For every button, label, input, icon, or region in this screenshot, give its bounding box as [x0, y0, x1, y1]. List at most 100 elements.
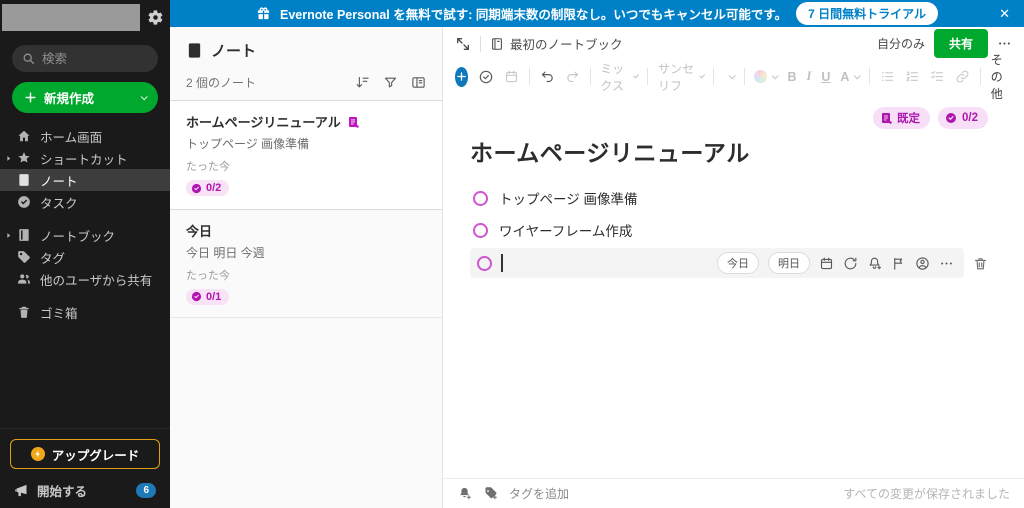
bullet-list-icon[interactable]	[880, 69, 895, 84]
text-color-picker[interactable]	[754, 70, 780, 83]
tag-add-icon[interactable]	[483, 486, 498, 501]
style-dropdown[interactable]: ミックス	[600, 60, 640, 94]
due-today-button[interactable]: 今日	[717, 252, 759, 274]
underline-button[interactable]: U	[821, 70, 830, 84]
task-item-active[interactable]: 今日 明日	[470, 248, 964, 278]
get-started-label: 開始する	[37, 485, 88, 499]
sidebar-item-trash[interactable]: ゴミ箱	[0, 301, 170, 323]
due-date-calendar-icon[interactable]	[819, 256, 834, 271]
note-card-time: たった今	[186, 161, 230, 173]
sidebar-item-notes[interactable]: ノート	[0, 169, 170, 191]
template-note-icon	[882, 113, 892, 124]
note-title[interactable]: ホームページリニューアル	[470, 134, 988, 168]
sidebar-item-shared[interactable]: 他のユーザから共有	[0, 268, 170, 290]
account-name-placeholder[interactable]	[2, 4, 140, 31]
redo-icon[interactable]	[565, 69, 580, 84]
search-input[interactable]	[42, 51, 148, 66]
assignee-icon[interactable]	[915, 256, 930, 271]
task-text[interactable]: トップページ 画像準備	[499, 188, 637, 208]
sidebar-item-shortcuts[interactable]: ショートカット	[0, 147, 170, 169]
settings-gear-icon[interactable]	[147, 9, 164, 26]
task-item[interactable]: ワイヤーフレーム作成	[470, 214, 988, 246]
sidebar-item-notebooks[interactable]: ノートブック	[0, 224, 170, 246]
editor-header: 最初のノートブック 自分のみ 共有	[443, 27, 1024, 60]
reminder-bell-icon[interactable]	[867, 256, 882, 271]
template-note-icon	[348, 116, 359, 128]
due-tomorrow-button[interactable]: 明日	[768, 252, 810, 274]
sidebar: 新規作成 ホーム画面 ショートカット ノート タスク	[0, 0, 170, 508]
view-layout-icon[interactable]	[411, 75, 426, 90]
saved-status: すべての変更が保存されました	[843, 487, 1010, 501]
task-list: トップページ 画像準備 ワイヤーフレーム作成 今日 明日	[470, 182, 988, 278]
sort-icon[interactable]	[355, 75, 370, 90]
task-text[interactable]: ワイヤーフレーム作成	[499, 220, 632, 240]
upgrade-button[interactable]: アップグレード	[10, 439, 160, 469]
note-count: 2 個のノート	[186, 76, 257, 90]
upgrade-coin-icon	[30, 447, 45, 461]
sidebar-item-label: タスク	[40, 196, 78, 211]
sidebar-bottom: アップグレード 開始する 6	[0, 428, 170, 508]
text-cursor	[501, 254, 503, 272]
get-started-row[interactable]: 開始する 6	[10, 481, 160, 500]
undo-icon[interactable]	[540, 69, 555, 84]
chevron-down-icon	[772, 72, 780, 80]
chevron-down-icon	[140, 93, 148, 101]
chevron-right-icon[interactable]	[5, 228, 12, 242]
note-card[interactable]: 今日 今日 明日 今週 たった今 0/1	[170, 210, 442, 318]
task-more-icon[interactable]	[939, 256, 954, 271]
divider	[480, 35, 481, 52]
task-item-active-wrap: 今日 明日	[470, 248, 988, 278]
checklist-icon[interactable]	[930, 69, 945, 84]
search-box[interactable]	[12, 45, 158, 72]
note-body[interactable]: 既定 0/2 ホームページリニューアル トップページ 画像準備 ワイヤーフレーム…	[443, 93, 1024, 478]
reminder-add-icon[interactable]	[457, 486, 472, 501]
check-circle-icon	[191, 183, 202, 193]
more-options-icon[interactable]	[997, 36, 1012, 51]
font-dropdown[interactable]: サンセリフ	[658, 60, 706, 94]
task-checkbox[interactable]	[477, 255, 492, 271]
add-tag-label[interactable]: タグを追加	[509, 485, 569, 502]
insert-icon[interactable]	[455, 66, 468, 87]
chevron-down-icon	[854, 72, 862, 80]
chevron-right-icon[interactable]	[5, 151, 12, 165]
search-icon	[23, 53, 35, 65]
editor-toolbar: ミックス サンセリフ B I U A その他	[443, 53, 1024, 101]
progress-pill[interactable]: 0/2	[938, 107, 988, 129]
task-checkbox[interactable]	[473, 222, 488, 238]
expand-note-icon[interactable]	[455, 36, 471, 52]
notebook-selector[interactable]: 最初のノートブック	[490, 34, 623, 53]
home-icon	[18, 130, 30, 142]
banner-close-icon[interactable]: ✕	[995, 0, 1014, 27]
task-progress-badge: 0/1	[186, 288, 230, 305]
filter-icon[interactable]	[383, 75, 398, 90]
delete-task-icon[interactable]	[973, 256, 988, 271]
gift-icon	[257, 7, 270, 20]
share-button[interactable]: 共有	[933, 29, 988, 58]
trial-button[interactable]: 7 日間無料トライアル	[796, 2, 939, 25]
sidebar-item-tags[interactable]: タグ	[0, 246, 170, 268]
recurrence-icon[interactable]	[843, 256, 858, 271]
highlight-dropdown[interactable]: A	[840, 70, 862, 84]
bold-button[interactable]: B	[787, 70, 796, 84]
check-circle-icon	[946, 113, 956, 123]
sidebar-item-home[interactable]: ホーム画面	[0, 125, 170, 147]
new-note-button[interactable]: 新規作成	[12, 82, 158, 113]
note-list-panel: ノート 2 個のノート ホームページリニューアル トップページ 画像準備 たった…	[170, 27, 443, 508]
insert-task-icon[interactable]	[478, 69, 494, 85]
template-pill[interactable]: 既定	[873, 107, 930, 129]
editor-footer: タグを追加 すべての変更が保存されました	[443, 478, 1024, 508]
note-card-title: ホームページリニューアル	[186, 115, 341, 130]
numbered-list-icon[interactable]	[905, 69, 920, 84]
flag-icon[interactable]	[891, 256, 906, 271]
note-list-title: ノート	[211, 43, 257, 60]
task-item[interactable]: トップページ 画像準備	[470, 182, 988, 214]
note-card-selected[interactable]: ホームページリニューアル トップページ 画像準備 たった今 0/2	[170, 100, 442, 210]
task-checkbox[interactable]	[473, 190, 488, 206]
sidebar-item-tasks[interactable]: タスク	[0, 191, 170, 213]
megaphone-icon	[15, 484, 27, 497]
font-size-dropdown[interactable]	[724, 72, 736, 80]
italic-button[interactable]: I	[807, 69, 812, 84]
link-icon[interactable]	[955, 69, 970, 84]
task-progress-badge: 0/2	[186, 180, 230, 196]
insert-calendar-icon[interactable]	[504, 69, 519, 84]
